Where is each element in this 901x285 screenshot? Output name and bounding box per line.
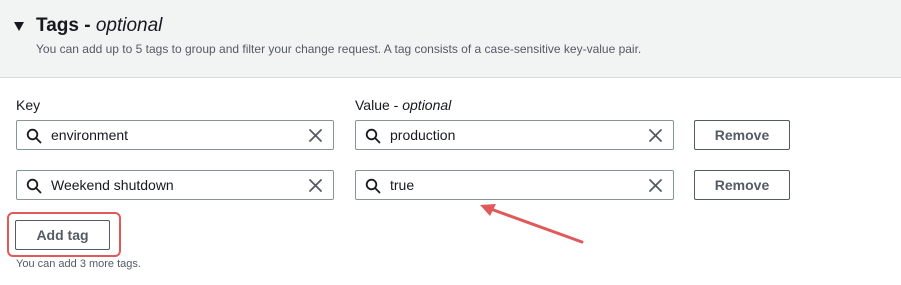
tag-value-value: true (390, 177, 415, 193)
key-column-label: Key (16, 97, 41, 113)
close-icon[interactable] (648, 178, 663, 193)
section-title: Tags - optional (36, 15, 163, 36)
search-icon (26, 178, 42, 194)
tag-key-input[interactable]: Weekend shutdown (16, 170, 334, 200)
add-tag-button[interactable]: Add tag (15, 220, 110, 250)
section-title-suffix: optional (95, 15, 163, 36)
remaining-tags-note: You can add 3 more tags. (16, 258, 141, 270)
close-icon[interactable] (308, 128, 323, 143)
section-title-text: Tags (36, 15, 79, 36)
value-label-text: Value (355, 97, 390, 113)
tag-key-value: environment (51, 127, 129, 143)
search-icon (26, 128, 42, 144)
close-icon[interactable] (308, 178, 323, 193)
section-header: Tags - optional You can add up to 5 tags… (0, 0, 901, 78)
close-icon[interactable] (648, 128, 663, 143)
value-column-label: Value - optional (355, 97, 452, 113)
tag-value-input[interactable]: production (355, 120, 674, 150)
tag-value-value: production (390, 127, 456, 143)
remove-tag-button[interactable]: Remove (694, 120, 790, 150)
search-icon (365, 178, 381, 194)
arrow-annotation (480, 204, 584, 244)
tag-key-input[interactable]: environment (16, 120, 334, 150)
search-icon (365, 128, 381, 144)
tag-key-value: Weekend shutdown (51, 177, 174, 193)
remove-tag-button[interactable]: Remove (694, 170, 790, 200)
caret-down-icon[interactable] (14, 22, 24, 31)
value-label-suffix: optional (402, 97, 452, 113)
section-description: You can add up to 5 tags to group and fi… (36, 42, 642, 56)
